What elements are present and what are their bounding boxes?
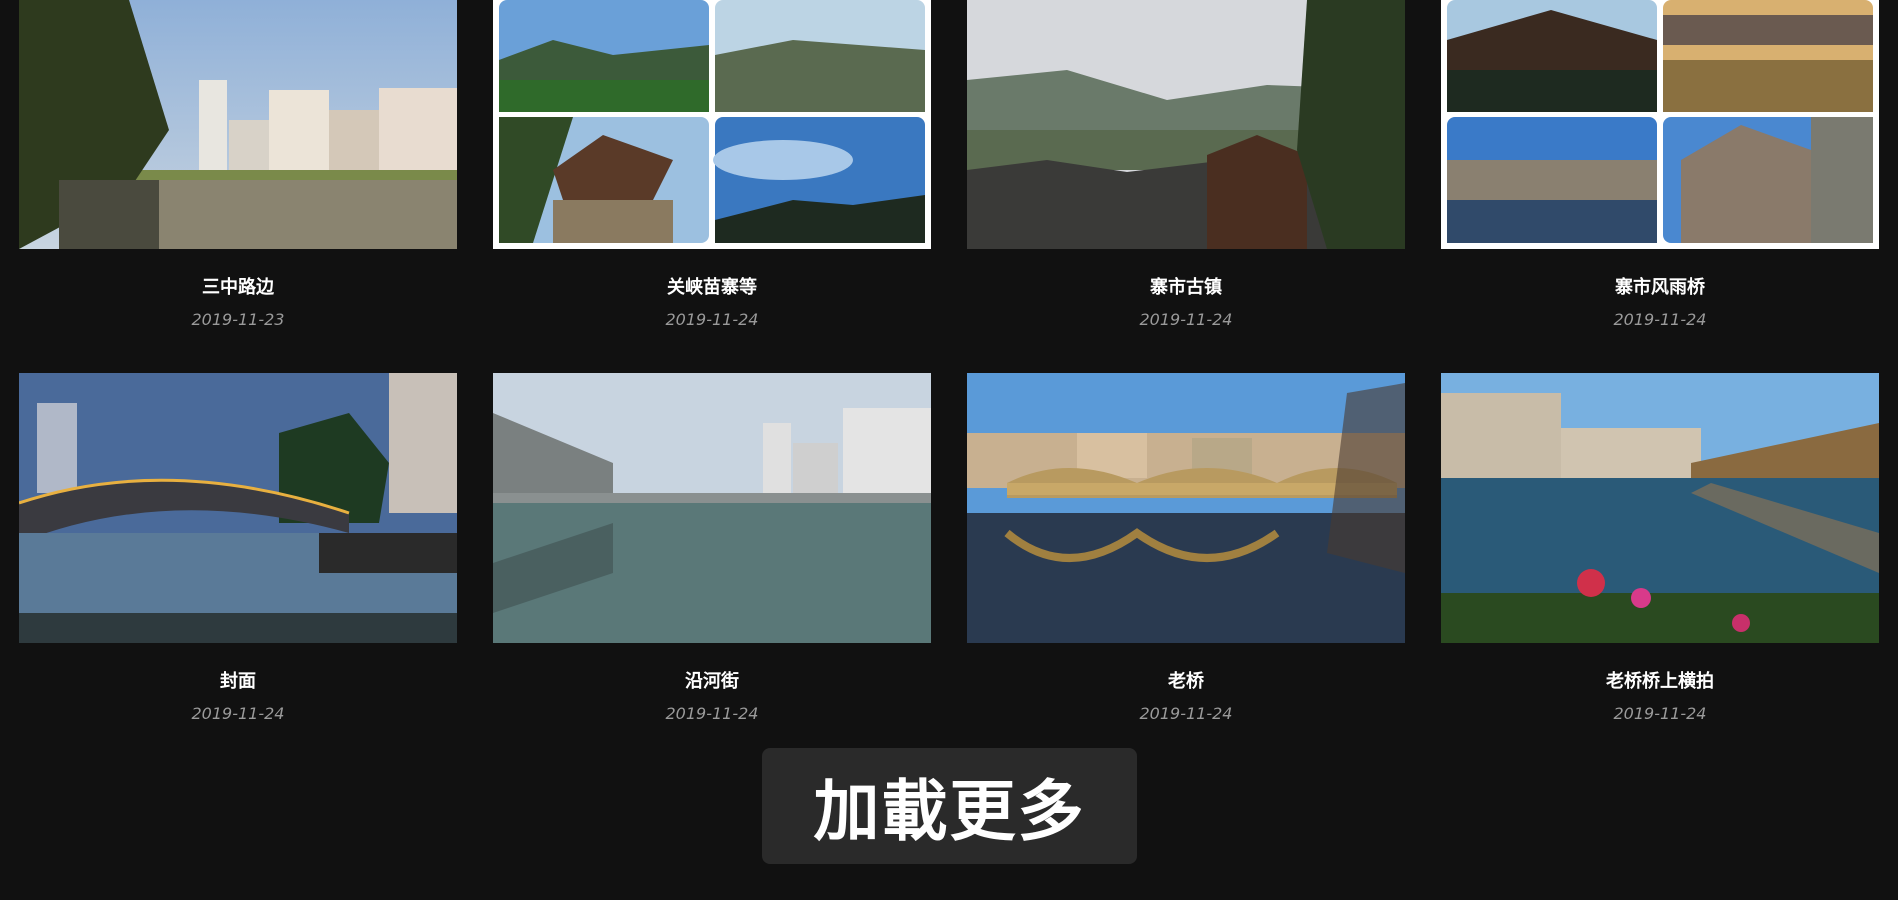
card-date: 2019-11-24: [191, 704, 285, 723]
card-title[interactable]: 关峡苗寨等: [667, 276, 757, 300]
card-date: 2019-11-24: [1139, 704, 1233, 723]
card-date: 2019-11-24: [1613, 704, 1707, 723]
card-date: 2019-11-24: [1613, 310, 1707, 329]
thumbnail-image[interactable]: [967, 0, 1405, 249]
card-date: 2019-11-24: [665, 704, 759, 723]
gallery-card[interactable]: 老桥桥上横拍 2019-11-24: [1441, 373, 1879, 724]
card-title[interactable]: 封面: [220, 670, 256, 694]
card-title[interactable]: 老桥: [1168, 670, 1204, 694]
load-more-button[interactable]: 加載更多: [762, 748, 1137, 864]
card-title[interactable]: 沿河街: [685, 670, 739, 694]
gallery-card[interactable]: 寨市风雨桥 2019-11-24: [1441, 0, 1879, 330]
gallery-card[interactable]: 封面 2019-11-24: [19, 373, 457, 724]
card-title[interactable]: 寨市风雨桥: [1615, 276, 1705, 300]
card-title[interactable]: 三中路边: [202, 276, 274, 300]
gallery-card[interactable]: 关峡苗寨等 2019-11-24: [493, 0, 931, 330]
thumbnail-image[interactable]: [19, 0, 457, 249]
gallery-card[interactable]: 寨市古镇 2019-11-24: [967, 0, 1405, 330]
card-date: 2019-11-24: [1139, 310, 1233, 329]
thumbnail-image[interactable]: [967, 373, 1405, 643]
card-date: 2019-11-24: [665, 310, 759, 329]
card-date: 2019-11-23: [191, 310, 285, 329]
card-title[interactable]: 老桥桥上横拍: [1606, 670, 1714, 694]
gallery-card[interactable]: 三中路边 2019-11-23: [19, 0, 457, 330]
card-title[interactable]: 寨市古镇: [1150, 276, 1222, 300]
thumbnail-image[interactable]: [1441, 373, 1879, 643]
gallery-card[interactable]: 老桥 2019-11-24: [967, 373, 1405, 724]
thumbnail-image[interactable]: [19, 373, 457, 643]
thumbnail-image[interactable]: [493, 373, 931, 643]
gallery-row-2: 封面 2019-11-24 沿河街 2019-11-24 老桥 2019-11-…: [19, 373, 1881, 724]
thumbnail-image[interactable]: [1441, 0, 1879, 249]
gallery-row-1: 三中路边 2019-11-23 关峡苗寨等 2019-11-24 寨市古镇 20…: [19, 0, 1881, 330]
thumbnail-image[interactable]: [493, 0, 931, 249]
gallery-card[interactable]: 沿河街 2019-11-24: [493, 373, 931, 724]
